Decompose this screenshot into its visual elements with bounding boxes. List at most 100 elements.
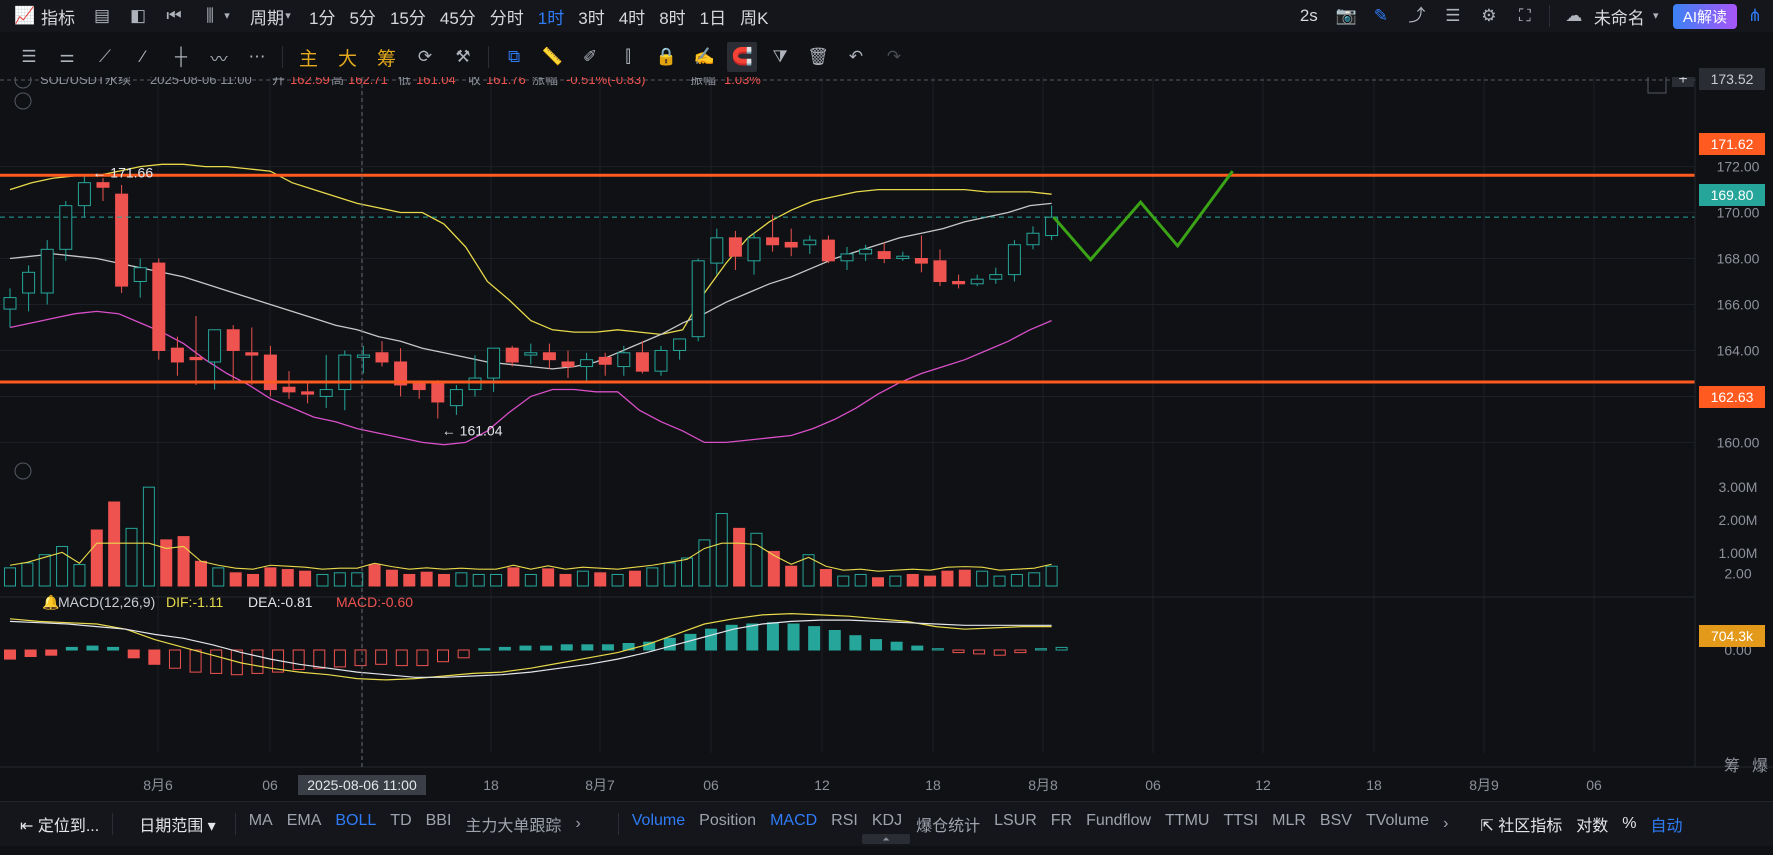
interval-tab[interactable]: 4时 [612, 4, 652, 29]
horizontal-line-icon[interactable]: ┼ [166, 42, 196, 72]
layout-name[interactable]: 未命名 [1592, 4, 1647, 29]
chevron-down-icon[interactable]: ▾ [222, 7, 232, 25]
interval-tab[interactable]: 3时 [571, 4, 611, 29]
sub-indicator-item[interactable]: MACD [763, 812, 824, 836]
locate-button[interactable]: ⇤ 定位到... [0, 812, 106, 836]
ai-analysis-button[interactable]: AI解读 [1672, 3, 1737, 29]
macd-histogram-bar [601, 644, 614, 651]
sub-indicator-item[interactable]: 爆仓统计 [909, 812, 987, 836]
elliott-wave-icon[interactable]: 〰 [204, 42, 234, 72]
layout-icon[interactable]: ◧ [129, 7, 147, 25]
note-icon[interactable]: ✍ [689, 42, 719, 72]
volume-bar [958, 569, 971, 587]
menu-icon[interactable]: ☰ [14, 42, 44, 72]
undo-icon[interactable]: ↶ [841, 42, 871, 72]
interval-tab[interactable]: 1时 [531, 4, 571, 29]
cloud-icon[interactable]: ☁ [1565, 7, 1583, 25]
interval-tab[interactable]: 5分 [342, 4, 382, 29]
refresh-icon[interactable]: ⟳ [410, 42, 440, 72]
main-indicator-item[interactable]: BBI [419, 812, 459, 836]
log-scale-toggle[interactable]: 对数 [1569, 812, 1615, 836]
candle-body [654, 349, 668, 372]
main-indicator-item[interactable]: 主力大单跟踪 [458, 812, 568, 836]
sub-indicator-item[interactable]: FR [1044, 812, 1079, 836]
interval-tab[interactable]: 分时 [483, 4, 531, 29]
percent-toggle[interactable]: % [1615, 815, 1643, 833]
sub-indicator-item[interactable]: MLR [1265, 812, 1313, 836]
sub-indicator-item[interactable]: RSI [824, 812, 865, 836]
interval-tab[interactable]: 1日 [693, 4, 733, 29]
sub-indicator-item[interactable]: KDJ [865, 812, 909, 836]
magnet-icon[interactable]: 🧲 [727, 42, 758, 72]
chevron-down-icon[interactable]: ▾ [283, 7, 293, 25]
interval-tab[interactable]: 15分 [383, 4, 433, 29]
price-chart[interactable]: 172.00170.00168.00166.00164.00162.00160.… [0, 77, 1773, 801]
macd-histogram-bar [787, 623, 800, 651]
sub-indicator-item[interactable]: TTSI [1216, 812, 1265, 836]
interval-tab[interactable]: 8时 [652, 4, 692, 29]
copy-icon[interactable]: ⧉ [499, 42, 529, 72]
community-button[interactable]: ⇱ 社区指标 [1473, 812, 1569, 836]
main-indicator-item[interactable]: BOLL [328, 812, 383, 836]
interval-tab[interactable]: 周K [733, 4, 775, 29]
bell-icon[interactable]: 🔔 [42, 594, 59, 611]
share-icon[interactable]: ⤴ [1408, 7, 1426, 25]
main-indicator-item[interactable]: TD [383, 812, 418, 836]
sub-indicator-item[interactable]: Position [692, 812, 763, 836]
chevron-right-icon[interactable]: › [1436, 815, 1455, 833]
volume-bar [993, 575, 1006, 587]
fullscreen-icon[interactable]: ⛶ [1516, 7, 1534, 25]
macd-histogram-bar [973, 649, 986, 655]
indicator-chart-icon[interactable]: 📈 [14, 7, 35, 25]
chevron-down-icon[interactable]: ▾ [1651, 7, 1661, 25]
horizontal-lines-icon[interactable]: ⚌ [52, 42, 82, 72]
candle-body [505, 347, 519, 363]
sub-indicator-item[interactable]: LSUR [987, 812, 1044, 836]
volume-bar [889, 575, 902, 587]
sub-indicator-item[interactable]: TVolume [1359, 812, 1436, 836]
more-icon[interactable]: ⋯ [242, 42, 272, 72]
main-indicator-item[interactable]: EMA [280, 812, 329, 836]
trash-icon[interactable]: 🗑 [803, 42, 833, 72]
date-range-dropdown[interactable]: 日期范围 ▾ [119, 812, 223, 836]
sub-indicator-item[interactable]: Volume [625, 812, 692, 836]
volume-bar [872, 577, 884, 587]
lock-icon[interactable]: 🔒 [651, 42, 681, 72]
chip-toggle[interactable]: 筹 [377, 44, 396, 71]
volume-bar [542, 568, 555, 587]
candle-body [821, 239, 835, 262]
interval-tab[interactable]: 1分 [302, 4, 342, 29]
interval-tab[interactable]: 45分 [433, 4, 483, 29]
magic-icon[interactable]: ⚒ [448, 42, 478, 72]
main-indicator-item[interactable]: MA [242, 812, 280, 836]
list-icon[interactable]: ☰ [1444, 7, 1462, 25]
main-chart-toggle[interactable]: 主 [299, 44, 318, 71]
pen-icon[interactable]: ✎ [1372, 7, 1390, 25]
rewind-icon[interactable]: ⏮ [165, 7, 183, 25]
brush-icon[interactable]: ✐ [575, 42, 605, 72]
ruler-icon[interactable]: 📏 [537, 42, 567, 72]
sub-indicator-item[interactable]: BSV [1313, 812, 1359, 836]
candles-icon[interactable]: ⫿ [613, 42, 643, 72]
calendar-icon[interactable]: ▤ [93, 7, 111, 25]
support-price-tag[interactable]: 162.63 [1699, 386, 1765, 408]
share-nodes-icon[interactable]: ⋔ [1746, 7, 1764, 25]
chevron-right-icon[interactable]: › [568, 815, 587, 833]
ray-icon[interactable]: ⁄ [128, 42, 158, 72]
big-order-toggle[interactable]: 大 [338, 44, 357, 71]
auto-scale-toggle[interactable]: 自动 [1644, 812, 1690, 836]
scroll-handle[interactable]: ⏶ [862, 834, 910, 844]
sub-indicator-item[interactable]: TTMU [1158, 812, 1216, 836]
redo-icon[interactable]: ↷ [879, 42, 909, 72]
trend-line-icon[interactable]: ⟋ [90, 42, 120, 72]
chart-type-icon[interactable]: ⫼ [201, 7, 219, 25]
indicator-button[interactable]: 指标 [41, 4, 84, 29]
camera-icon[interactable]: 📷 [1336, 7, 1357, 25]
volume-bar [1010, 573, 1023, 587]
filter-icon[interactable]: ⧩ [765, 42, 795, 72]
refresh-interval[interactable]: 2s [1291, 6, 1327, 26]
sub-indicator-item[interactable]: Fundflow [1079, 812, 1158, 836]
settings-icon[interactable]: ⚙ [1480, 7, 1498, 25]
candle-body [952, 281, 966, 285]
resistance-price-tag[interactable]: 171.62 [1699, 133, 1765, 155]
